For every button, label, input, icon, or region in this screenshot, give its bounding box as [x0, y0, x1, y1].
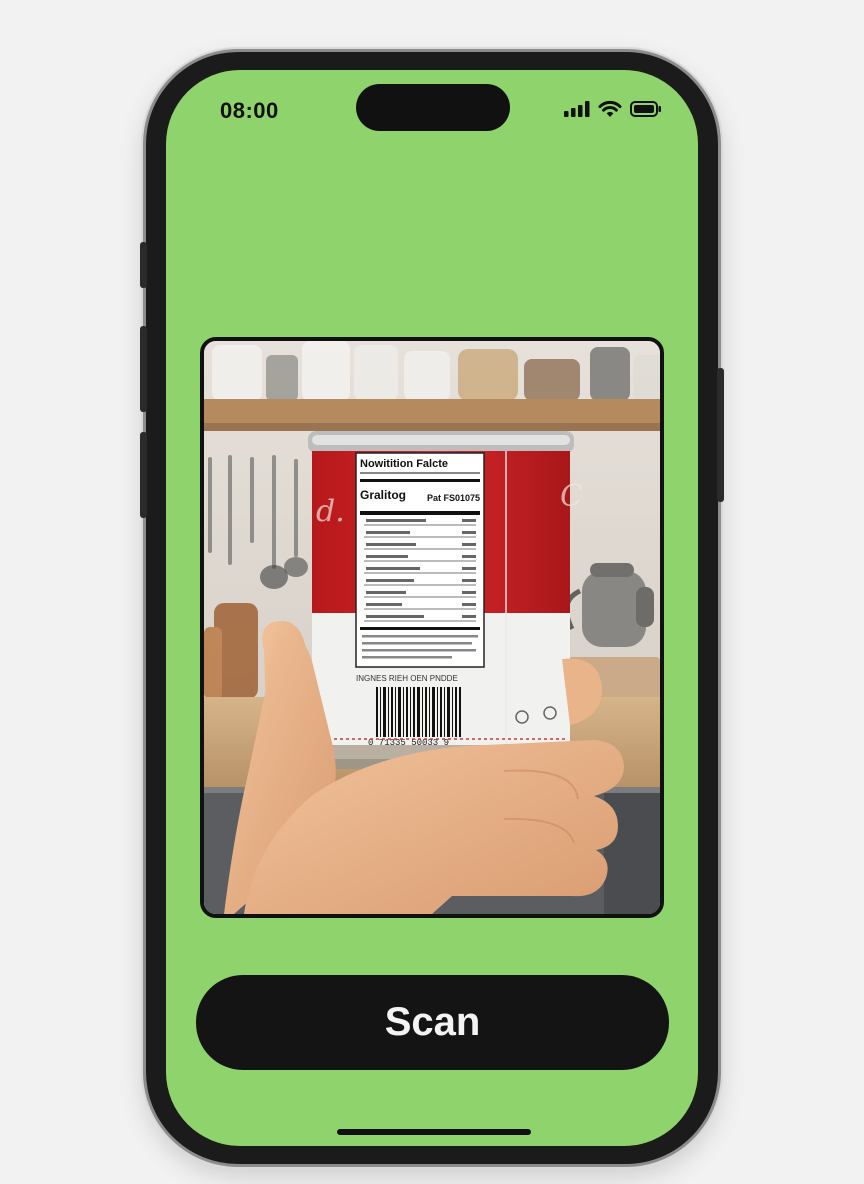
- volume-down-button: [140, 432, 147, 518]
- scan-button[interactable]: Scan: [196, 975, 669, 1070]
- dynamic-island: [356, 84, 510, 131]
- status-icons: [564, 100, 662, 118]
- camera-preview: d. C Nowitition Falcte Gralitog Pat FS01…: [200, 337, 664, 918]
- label-subtitle: Gralitog: [360, 488, 406, 502]
- volume-up-button: [140, 326, 147, 412]
- label-title: Nowitition Falcte: [360, 458, 448, 470]
- status-time: 08:00: [220, 98, 279, 123]
- label-right-value: Pat FS01075: [427, 493, 480, 503]
- camera-scene: d. C Nowitition Falcte Gralitog Pat FS01…: [204, 341, 660, 914]
- power-button: [717, 368, 724, 502]
- phone-screen: 08:00 d. C Nowitition Falcte Gralitog Pa…: [166, 70, 698, 1146]
- wifi-icon: [598, 100, 622, 117]
- barcode: [376, 687, 461, 737]
- label-bottom-text: INGNES RIEH OEN PNDDE: [356, 674, 458, 683]
- cellular-signal-icon: [564, 101, 590, 117]
- svg-text:d.: d.: [316, 494, 345, 529]
- action-button: [140, 242, 147, 288]
- svg-text:C: C: [560, 479, 583, 514]
- home-indicator[interactable]: [337, 1129, 531, 1135]
- battery-icon: [630, 101, 661, 117]
